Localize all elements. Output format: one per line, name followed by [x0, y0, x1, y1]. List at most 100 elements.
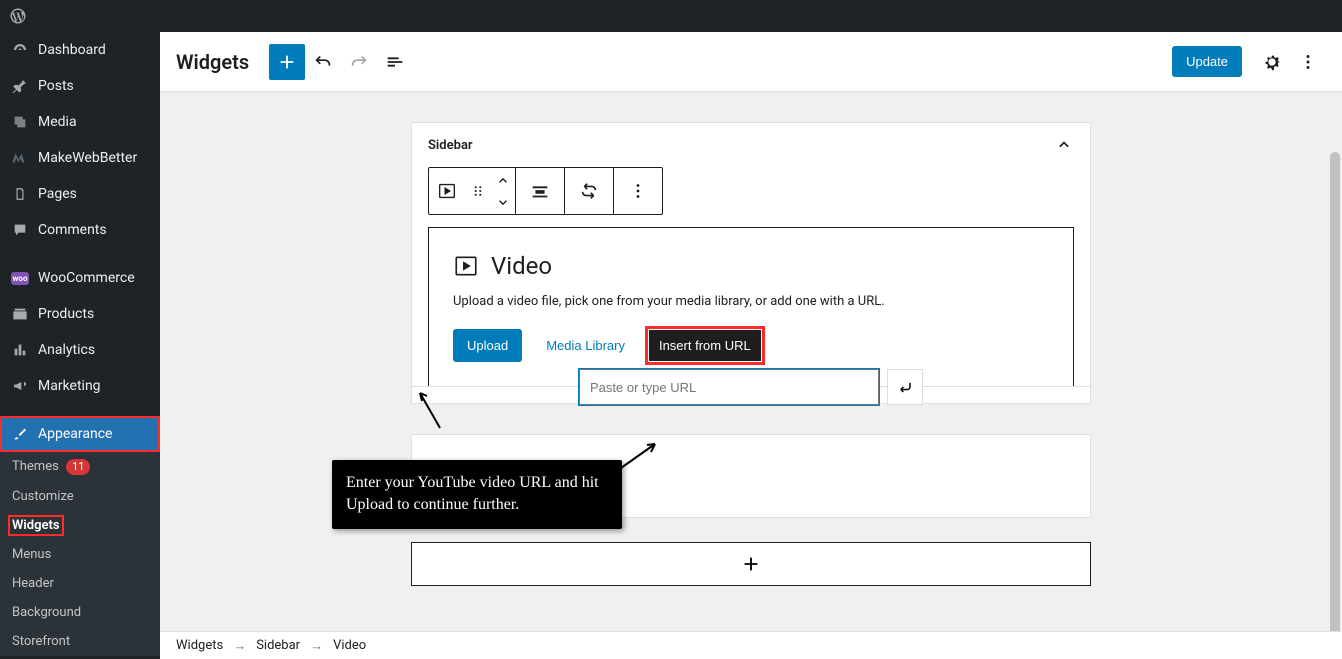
insert-from-url-button[interactable]: Insert from URL	[649, 330, 761, 361]
admin-sidebar: Dashboard Posts Media MakeWebBetter Page…	[0, 32, 160, 659]
submenu-label: Header	[12, 576, 54, 591]
submenu-label: Menus	[12, 547, 51, 562]
video-icon	[453, 253, 479, 279]
menu-media[interactable]: Media	[0, 104, 160, 140]
appearance-submenu: Themes 11 Customize Widgets Menus Header…	[0, 452, 160, 656]
wordpress-logo-icon[interactable]	[8, 6, 28, 26]
append-block-button[interactable]	[411, 542, 1091, 586]
submenu-menus[interactable]: Menus	[0, 540, 160, 569]
menu-label: WooCommerce	[38, 270, 135, 286]
video-block-description: Upload a video file, pick one from your …	[453, 294, 1049, 309]
toolbar-drag-handle[interactable]	[465, 168, 491, 214]
drag-icon	[469, 182, 487, 200]
menu-comments[interactable]: Comments	[0, 212, 160, 248]
more-options-button[interactable]	[1290, 44, 1326, 80]
breadcrumb-separator: →	[310, 638, 323, 654]
url-input[interactable]	[580, 370, 878, 404]
settings-button[interactable]	[1254, 44, 1290, 80]
toolbar-more-button[interactable]	[614, 168, 662, 214]
breadcrumb-area[interactable]: Sidebar	[256, 638, 300, 653]
admin-bar	[0, 0, 1342, 32]
scrollbar-thumb[interactable]	[1330, 152, 1340, 631]
submenu-customize[interactable]: Customize	[0, 482, 160, 511]
add-block-button[interactable]	[269, 44, 305, 80]
menu-products[interactable]: Products	[0, 296, 160, 332]
replace-icon	[578, 180, 600, 202]
toolbar-block-type-button[interactable]	[429, 168, 465, 214]
main-area: Widgets Update	[160, 32, 1342, 659]
menu-marketing[interactable]: Marketing	[0, 368, 160, 404]
breadcrumb-root[interactable]: Widgets	[176, 638, 223, 653]
megaphone-icon	[10, 376, 30, 396]
move-down-button[interactable]	[491, 191, 515, 214]
list-view-icon	[384, 51, 406, 73]
menu-appearance[interactable]: Appearance	[0, 416, 160, 452]
url-submit-button[interactable]	[887, 369, 923, 405]
submenu-widgets[interactable]: Widgets	[8, 515, 64, 536]
undo-button[interactable]	[305, 44, 341, 80]
menu-label: Pages	[38, 186, 77, 202]
more-vertical-icon	[627, 180, 649, 202]
menu-dashboard[interactable]: Dashboard	[0, 32, 160, 68]
toolbar-align-button[interactable]	[516, 168, 564, 214]
upload-button[interactable]: Upload	[453, 329, 522, 362]
themes-count-badge: 11	[66, 459, 90, 475]
pin-icon	[10, 76, 30, 96]
submenu-themes[interactable]: Themes 11	[0, 452, 160, 482]
menu-label: Marketing	[38, 378, 101, 394]
menu-label: Posts	[38, 78, 74, 94]
menu-posts[interactable]: Posts	[0, 68, 160, 104]
brush-icon	[10, 424, 30, 444]
breadcrumb-separator: →	[233, 638, 246, 654]
menu-label: Analytics	[38, 342, 95, 358]
plus-icon	[740, 553, 762, 575]
submenu-header[interactable]: Header	[0, 569, 160, 598]
url-input-wrap	[579, 369, 879, 405]
submenu-label: Background	[12, 605, 81, 620]
chevron-down-icon	[496, 198, 510, 208]
chevron-up-icon	[496, 175, 510, 185]
media-icon	[10, 112, 30, 132]
redo-icon	[348, 51, 370, 73]
analytics-icon	[10, 340, 30, 360]
video-block-title: Video	[491, 252, 552, 280]
annotation-tooltip: Enter your YouTube video URL and hit Upl…	[332, 460, 622, 529]
woocommerce-icon: woo	[10, 268, 30, 288]
comment-icon	[10, 220, 30, 240]
menu-makewebbetter[interactable]: MakeWebBetter	[0, 140, 160, 176]
update-button[interactable]: Update	[1172, 46, 1242, 77]
redo-button[interactable]	[341, 44, 377, 80]
widget-area-sidebar: Sidebar	[411, 122, 1091, 404]
submenu-storefront[interactable]: Storefront	[0, 627, 160, 656]
gear-icon	[1261, 51, 1283, 73]
url-input-row	[411, 386, 1091, 405]
enter-icon	[895, 377, 915, 397]
menu-pages[interactable]: Pages	[0, 176, 160, 212]
toolbar-movers	[491, 168, 515, 214]
toolbar-replace-button[interactable]	[565, 168, 613, 214]
menu-analytics[interactable]: Analytics	[0, 332, 160, 368]
annotation-text: Enter your YouTube video URL and hit Upl…	[346, 474, 599, 513]
move-up-button[interactable]	[491, 168, 515, 191]
scrollbar[interactable]	[1328, 92, 1342, 631]
menu-label: Comments	[38, 222, 107, 238]
mwb-icon	[10, 148, 30, 168]
menu-label: MakeWebBetter	[38, 150, 137, 166]
chevron-up-icon	[1054, 135, 1074, 155]
video-block-icon	[436, 180, 458, 202]
submenu-background[interactable]: Background	[0, 598, 160, 627]
align-icon	[529, 180, 551, 202]
submenu-label: Themes	[12, 459, 59, 474]
more-vertical-icon	[1297, 51, 1319, 73]
submenu-label: Storefront	[12, 634, 70, 649]
editor-canvas[interactable]: Sidebar	[160, 92, 1342, 631]
menu-woocommerce[interactable]: woo WooCommerce	[0, 260, 160, 296]
widget-area-header[interactable]: Sidebar	[412, 123, 1090, 167]
media-library-button[interactable]: Media Library	[538, 332, 633, 359]
list-view-button[interactable]	[377, 44, 413, 80]
breadcrumb-block[interactable]: Video	[333, 638, 366, 653]
products-icon	[10, 304, 30, 324]
widget-area-title: Sidebar	[428, 138, 473, 153]
plus-icon	[276, 51, 298, 73]
menu-label: Appearance	[38, 426, 112, 442]
